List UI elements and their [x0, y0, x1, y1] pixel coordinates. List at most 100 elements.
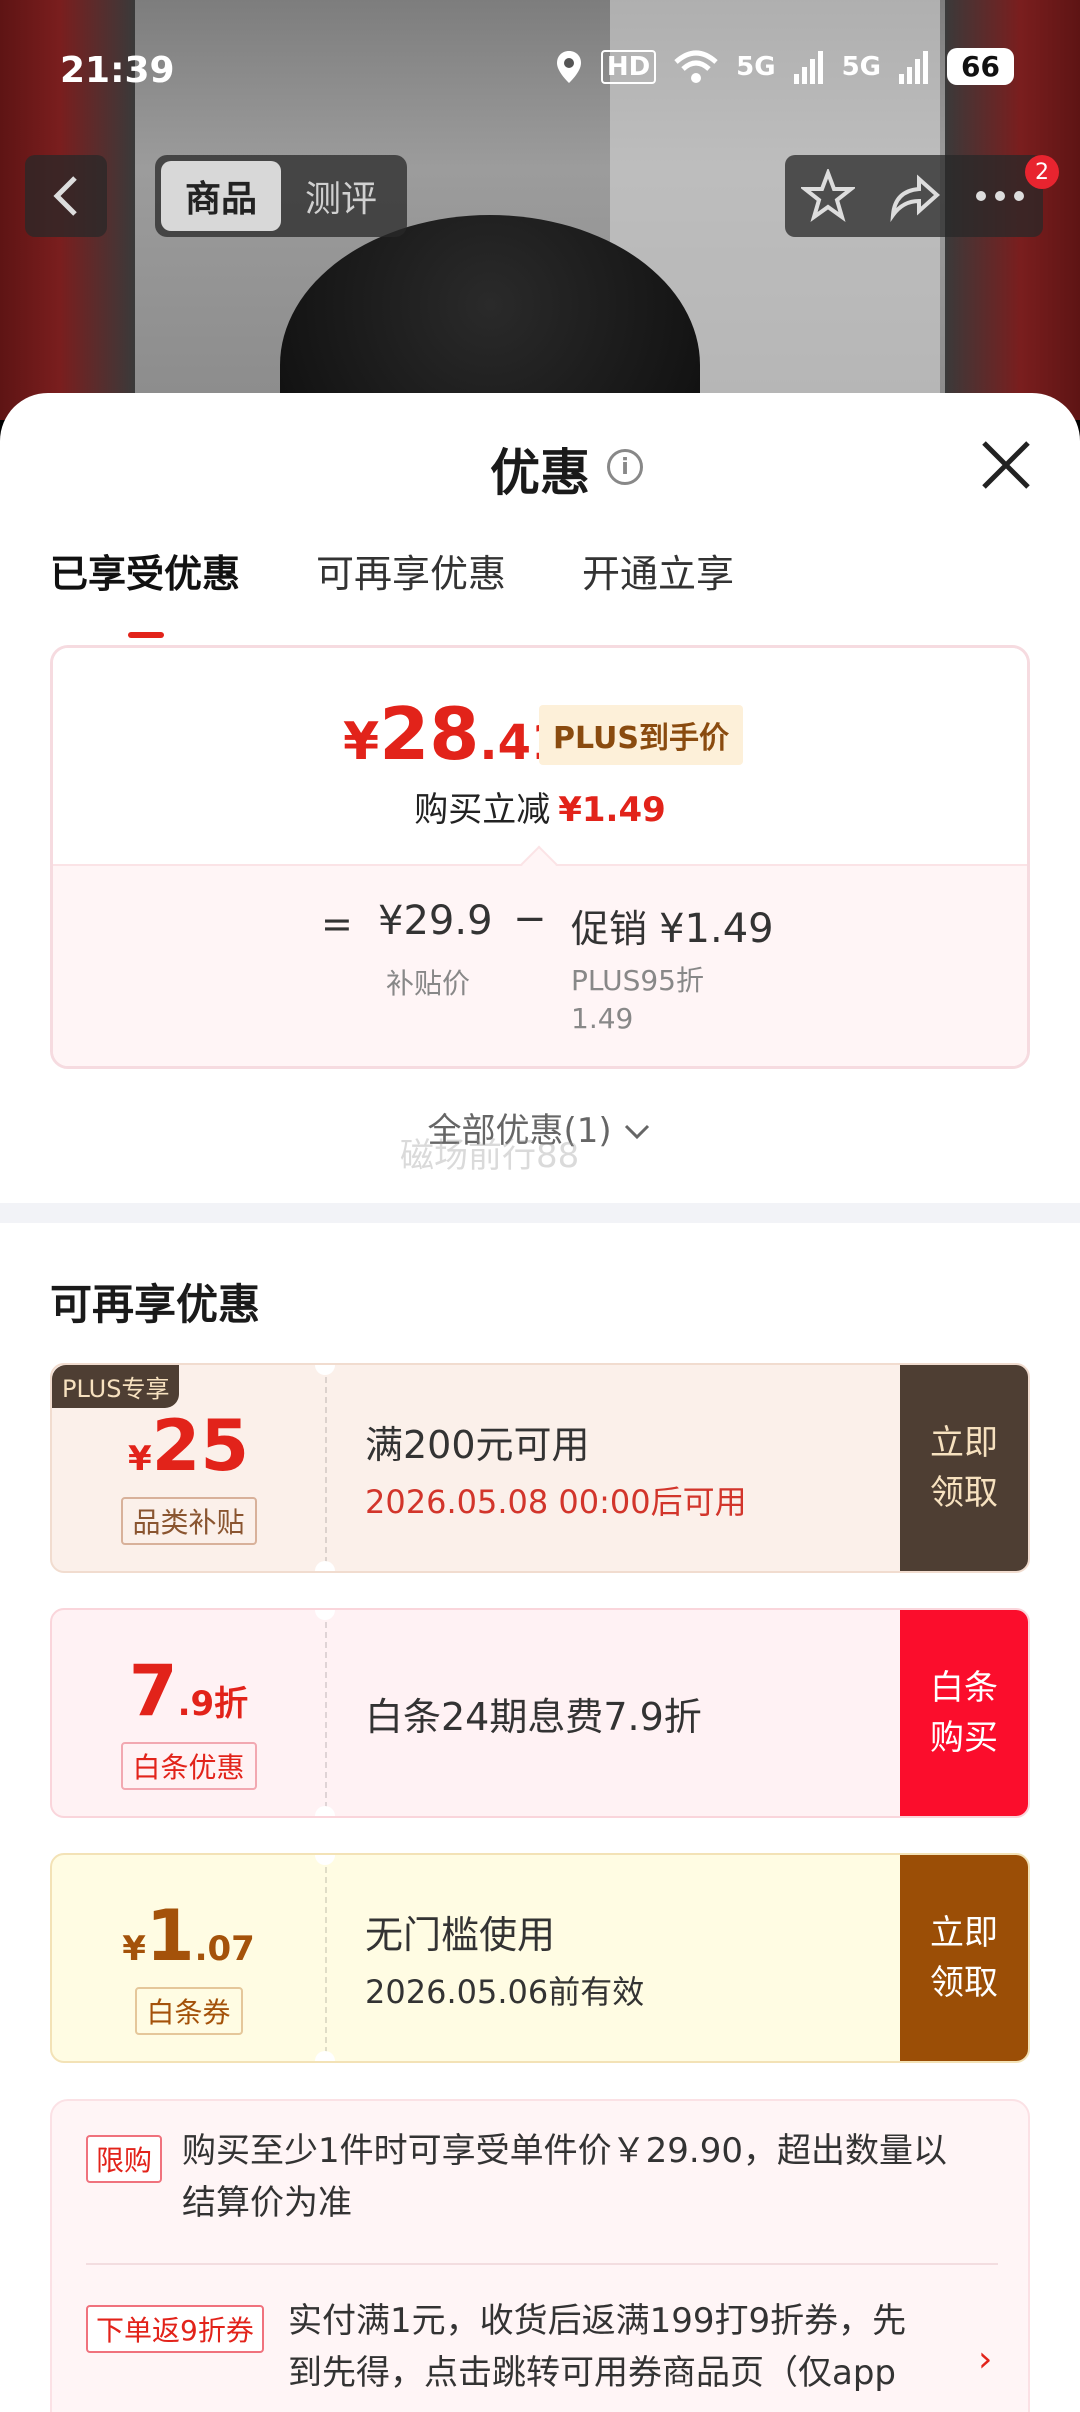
battery-icon: 66	[947, 48, 1014, 85]
section-divider	[0, 1203, 1080, 1223]
rebate-tag: 下单返9折券	[86, 2305, 264, 2353]
reduce-line: 购买立减 ¥1.49	[53, 782, 1027, 831]
promo-caption-line2: 1.49	[571, 1002, 634, 1035]
tab-underline	[128, 632, 164, 638]
coupon-desc: 无门槛使用 2026.05.06前有效	[365, 1855, 644, 2061]
coupon-big: 7	[128, 1650, 178, 1732]
coupon-hole	[315, 1806, 335, 1816]
claim-button[interactable]: 立即领取	[900, 1855, 1028, 2061]
promo-caption: PLUS95折 1.49	[571, 962, 704, 1038]
signal-5g-1-icon: 5G	[736, 51, 776, 82]
promotion-sheet: 优惠 i 已享受优惠 可再享优惠 开通立享 ¥28.41 PLUS到手价 购买立…	[0, 393, 1080, 2412]
plus-exclusive-badge: PLUS专享	[52, 1365, 180, 1408]
status-bar: 21:39 HD 5G 5G 66	[0, 0, 1080, 140]
share-icon[interactable]	[887, 169, 941, 223]
limit-text-line2: 结算价为准	[182, 2183, 352, 2223]
plus-price-tag: PLUS到手价	[539, 705, 744, 765]
star-icon[interactable]	[801, 169, 855, 223]
close-icon[interactable]	[976, 435, 1036, 495]
coupon-condition: 满200元可用	[365, 1422, 590, 1467]
tab-activate[interactable]: 开通立享	[582, 543, 734, 598]
coupon-baitiao-discount: 7.9折 白条优惠 白条24期息费7.9折 白条购买	[50, 1608, 1030, 1818]
tab-more[interactable]: 可再享优惠	[316, 543, 506, 598]
coupon-separator	[325, 1867, 327, 2053]
coupon-currency: ¥	[122, 1929, 146, 1969]
location-icon	[556, 50, 581, 83]
nav-tabs: 商品 测评	[155, 155, 407, 237]
coupon-tag: 品类补贴	[120, 1497, 257, 1545]
purchase-rules: 限购 购买至少1件时可享受单件价￥29.90，超出数量以 结算价为准 下单返9折…	[50, 2099, 1030, 2412]
chevron-down-icon	[625, 1124, 650, 1140]
signal-bars-2-icon	[899, 50, 929, 84]
back-button[interactable]	[25, 155, 107, 237]
wifi-icon	[674, 50, 718, 83]
chevron-left-icon	[53, 176, 77, 216]
reduce-amount: ¥1.49	[558, 790, 666, 830]
more-icon[interactable]	[973, 186, 1027, 206]
base-price: ¥29.9	[378, 898, 493, 944]
limit-text-line1: 购买至少1件时可享受单件价￥29.90，超出数量以	[182, 2131, 947, 2171]
promo-label: 促销	[571, 907, 648, 951]
coupon-value: 7.9折 白条优惠	[52, 1610, 325, 1816]
coupon-value: ¥1.07 白条券	[52, 1855, 325, 2061]
minus-sign: −	[513, 896, 547, 942]
signal-bars-1-icon	[793, 50, 823, 84]
price-integer: 28	[379, 692, 480, 776]
sheet-title: 优惠	[490, 444, 590, 502]
limit-tag: 限购	[86, 2135, 163, 2183]
promo-caption-line1: PLUS95折	[571, 964, 704, 997]
baitiao-buy-label: 白条购买	[930, 1668, 998, 1758]
nav-actions	[785, 155, 1043, 237]
coupon-tag: 白条优惠	[120, 1742, 257, 1790]
price-breakdown	[53, 864, 1027, 1066]
signal-5g-2-icon: 5G	[841, 51, 882, 82]
coupon-condition: 白条24期息费7.9折	[365, 1694, 702, 1739]
claim-label: 立即领取	[930, 1913, 998, 2003]
reduce-label: 购买立减	[414, 790, 551, 830]
coupon-baitiao-voucher: ¥1.07 白条券 无门槛使用 2026.05.06前有效 立即领取	[50, 1853, 1030, 2063]
info-icon[interactable]: i	[607, 449, 643, 485]
coupon-category-subsidy: ¥25 品类补贴 PLUS专享 满200元可用 2026.05.08 00:00…	[50, 1363, 1030, 1573]
final-price: ¥28.41	[343, 692, 564, 776]
coupon-big: 25	[151, 1405, 250, 1487]
tab-enjoyed-label: 已享受优惠	[50, 552, 241, 596]
rebate-text-line2: 到先得，点击跳转可用券商品页（仅app	[288, 2353, 896, 2393]
price-currency: ¥	[343, 712, 380, 772]
coupon-validity: 2026.05.08 00:00后可用	[365, 1482, 747, 1521]
coupon-validity: 2026.05.06前有效	[365, 1972, 645, 2011]
coupon-desc: 白条24期息费7.9折	[365, 1610, 702, 1816]
tab-product[interactable]: 商品	[161, 161, 281, 231]
rebate-text[interactable]: 实付满1元，收货后返满199打9折券，先 到先得，点击跳转可用券商品页（仅app	[288, 2295, 906, 2399]
hd-icon: HD	[600, 49, 657, 84]
coupon-small: .9折	[177, 1684, 249, 1724]
watermark: 磁场前行88	[400, 1136, 580, 1176]
coupon-amount: ¥25	[52, 1405, 325, 1487]
section-title: 可再享优惠	[50, 1280, 261, 1329]
final-price-card: ¥28.41 PLUS到手价 购买立减 ¥1.49 = ¥29.9 − 促销 ¥1…	[50, 645, 1030, 1069]
rules-divider	[86, 2263, 998, 2265]
base-price-caption: 补贴价	[386, 967, 471, 1000]
coupon-big: 1	[145, 1895, 195, 1977]
coupon-condition: 无门槛使用	[365, 1912, 556, 1957]
promo-amount: ¥1.49	[659, 906, 774, 952]
promotion-tabs: 已享受优惠 可再享优惠 开通立享	[50, 543, 734, 638]
claim-label: 立即领取	[930, 1423, 998, 1513]
coupon-tag: 白条券	[134, 1987, 243, 2035]
coupon-hole	[315, 1561, 335, 1571]
status-icons: HD 5G 5G 66	[555, 48, 1014, 85]
coupon-separator	[325, 1377, 327, 1563]
claim-button[interactable]: 立即领取	[900, 1365, 1028, 1571]
status-time: 21:39	[60, 50, 175, 91]
coupon-amount: 7.9折	[52, 1650, 325, 1732]
chevron-right-icon[interactable]: ›	[978, 2339, 992, 2380]
coupon-separator	[325, 1622, 327, 1808]
coupon-amount: ¥1.07	[52, 1895, 325, 1977]
tab-review[interactable]: 测评	[281, 161, 401, 231]
baitiao-buy-button[interactable]: 白条购买	[900, 1610, 1028, 1816]
tab-enjoyed[interactable]: 已享受优惠	[50, 543, 241, 638]
coupon-small: .07	[194, 1929, 255, 1969]
rebate-text-line1: 实付满1元，收货后返满199打9折券，先	[288, 2301, 907, 2341]
coupon-desc: 满200元可用 2026.05.08 00:00后可用	[365, 1365, 747, 1571]
limit-text: 购买至少1件时可享受单件价￥29.90，超出数量以 结算价为准	[182, 2125, 947, 2229]
equals-sign: =	[321, 902, 353, 946]
